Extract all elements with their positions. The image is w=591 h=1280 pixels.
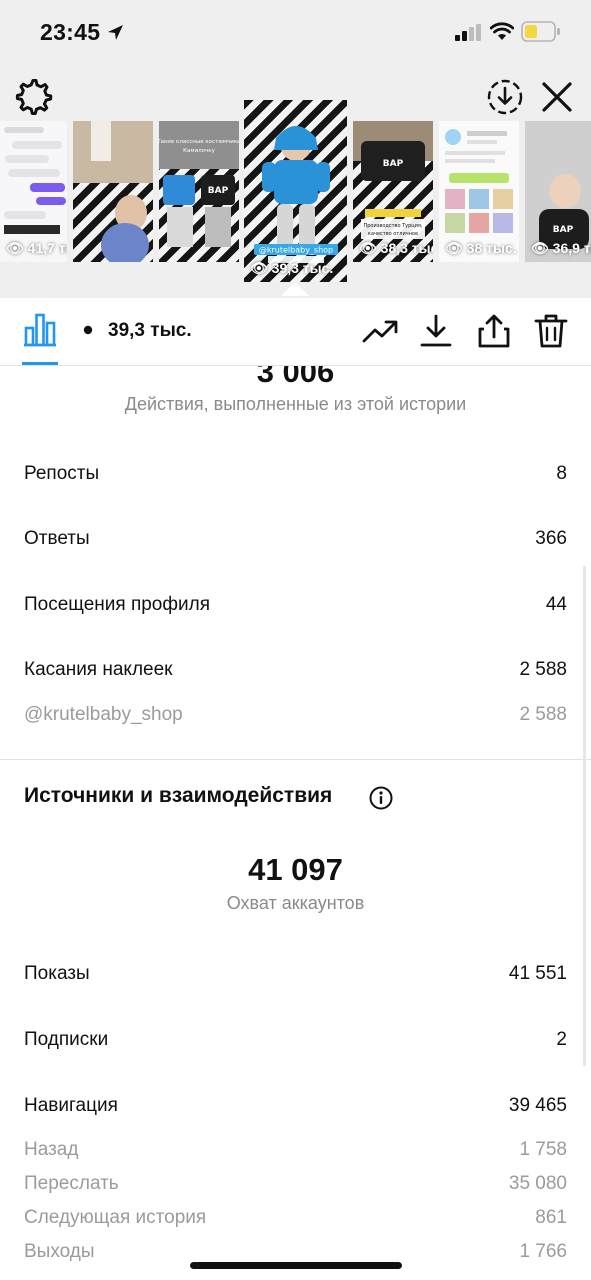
metric-label: Выходы: [24, 1241, 95, 1262]
story-views: 👁 38,3 тыс.: [359, 240, 433, 257]
scrollbar[interactable]: [583, 566, 586, 1066]
story-views-value: 38,3 тыс.: [380, 240, 433, 256]
gear-icon[interactable]: [15, 78, 53, 116]
location-arrow-icon: [108, 25, 123, 40]
battery-icon: [521, 21, 560, 42]
story-views: 👁 41,7 тыс.: [6, 240, 67, 257]
metric-value: 2 588: [519, 659, 567, 680]
status-bar: 23:45: [0, 0, 591, 64]
story-views: 👁 38 тыс.: [445, 240, 517, 256]
reach-caption: Охват аккаунтов: [226, 893, 365, 913]
svg-text:BAP: BAP: [208, 186, 229, 196]
interactions-caption: Действия, выполненные из этой истории: [124, 394, 467, 414]
story-views-value: 38 тыс.: [466, 240, 517, 256]
total-views: 39,3 тыс.: [108, 320, 192, 341]
trash-icon[interactable]: [533, 313, 569, 349]
story-thumbnail-active[interactable]: @krutelbaby_shop 👁 39,3 тыс.: [244, 100, 347, 282]
metric-row: Подписки 2: [24, 1029, 567, 1051]
svg-text:BAP: BAP: [553, 225, 574, 235]
baby-photo-image: [73, 121, 153, 262]
active-tab-indicator: [22, 362, 58, 365]
metric-label: Переслать: [24, 1173, 119, 1194]
metric-subrow: Следующая история 861: [24, 1207, 567, 1229]
eye-icon: [79, 325, 97, 335]
home-indicator[interactable]: [190, 1262, 402, 1269]
metric-label: Посещения профиля: [24, 594, 210, 615]
share-icon[interactable]: [476, 313, 512, 349]
metric-value: 366: [535, 528, 567, 549]
metric-label: Назад: [24, 1139, 79, 1160]
story-header: 23:45 👁 41,7 т Такие классные костюмчики…: [0, 0, 591, 298]
metric-row: Посещения профиля 44: [24, 594, 567, 616]
svg-text:Камилочку: Камилочку: [183, 148, 215, 154]
metric-value: 39 465: [508, 1095, 567, 1116]
metric-value: 8: [556, 463, 567, 484]
metric-value: 44: [545, 594, 567, 615]
story-thumbnail[interactable]: BAP 👁 36,9 тыс: [525, 121, 591, 262]
bar-chart-icon[interactable]: [22, 312, 58, 348]
metric-label: Навигация: [24, 1095, 118, 1116]
svg-text:Производство Турция,: Производство Турция,: [363, 223, 422, 229]
metric-value: 41 551: [508, 963, 567, 984]
metric-subrow: @krutelbaby_shop 2 588: [24, 704, 567, 726]
close-icon[interactable]: [540, 80, 574, 114]
metric-label: Подписки: [24, 1029, 109, 1050]
clothes-photo-image: Такие классные костюмчики Камилочку BAP: [159, 121, 239, 247]
story-thumbnail[interactable]: [73, 121, 153, 262]
story-views: 👁 36,9 тыс: [531, 240, 591, 257]
metric-value: 861: [535, 1207, 567, 1228]
cellular-signal-icon: [455, 24, 481, 41]
story-views: 👁 39,3 тыс.: [250, 260, 334, 276]
sticker-tag-label[interactable]: @krutelbaby_shop: [24, 704, 183, 726]
metric-value: 2 588: [519, 704, 567, 725]
trend-up-icon[interactable]: [362, 313, 398, 349]
story-thumbnail[interactable]: 👁 41,7 тыс.: [0, 121, 67, 262]
metric-row: Касания наклеек 2 588: [24, 659, 567, 681]
svg-text:качество отличное: качество отличное: [368, 231, 418, 237]
info-icon[interactable]: [369, 786, 393, 810]
interactions-count: 3 006: [256, 366, 335, 389]
reach-count: 41 097: [248, 852, 343, 887]
metric-subrow: Переслать 35 080: [24, 1173, 567, 1195]
baby-hoodie-photo-image: @krutelbaby_shop: [254, 126, 338, 263]
story-thumbnail[interactable]: 👁 38 тыс.: [439, 121, 519, 262]
metric-value: 2: [556, 1029, 567, 1050]
metric-row: Показы 41 551: [24, 963, 567, 985]
metric-value: 35 080: [508, 1173, 567, 1194]
story-views-value: 39,3 тыс.: [271, 260, 334, 276]
metric-row: Навигация 39 465: [24, 1095, 567, 1117]
metric-label: Следующая история: [24, 1207, 207, 1228]
metric-label: Ответы: [24, 528, 90, 549]
story-views-value: 36,9 тыс: [552, 240, 591, 256]
metric-label: Показы: [24, 963, 90, 984]
metric-subrow: Назад 1 758: [24, 1139, 567, 1161]
section-divider: [0, 759, 591, 760]
story-tag: @krutelbaby_shop: [259, 246, 333, 255]
metric-label: Репосты: [24, 463, 100, 484]
story-views-value: 41,7 тыс.: [27, 240, 67, 256]
svg-text:Такие классные костюмчики: Такие классные костюмчики: [159, 139, 239, 145]
wifi-icon: [490, 22, 514, 40]
metric-row: Репосты 8: [24, 463, 567, 485]
metric-subrow: Выходы 1 766: [24, 1241, 567, 1263]
insights-toolbar: 39,3 тыс.: [0, 298, 591, 366]
metric-row: Ответы 366: [24, 528, 567, 550]
insights-content[interactable]: 3 006 Действия, выполненные из этой исто…: [0, 366, 591, 1280]
metric-label: Касания наклеек: [24, 659, 173, 680]
status-time: 23:45: [40, 19, 101, 45]
svg-text:BAP: BAP: [383, 159, 404, 169]
download-dashed-icon[interactable]: [486, 78, 524, 116]
metric-value: 1 758: [519, 1139, 567, 1160]
section-title: Источники и взаимодействия: [24, 784, 333, 807]
story-thumbnail[interactable]: Такие классные костюмчики Камилочку BAP: [159, 121, 239, 262]
download-icon[interactable]: [418, 313, 454, 349]
metric-value: 1 766: [519, 1241, 567, 1262]
story-thumbnail[interactable]: BAP Производство Турция, качество отличн…: [353, 121, 433, 262]
active-story-pointer: [281, 282, 309, 296]
